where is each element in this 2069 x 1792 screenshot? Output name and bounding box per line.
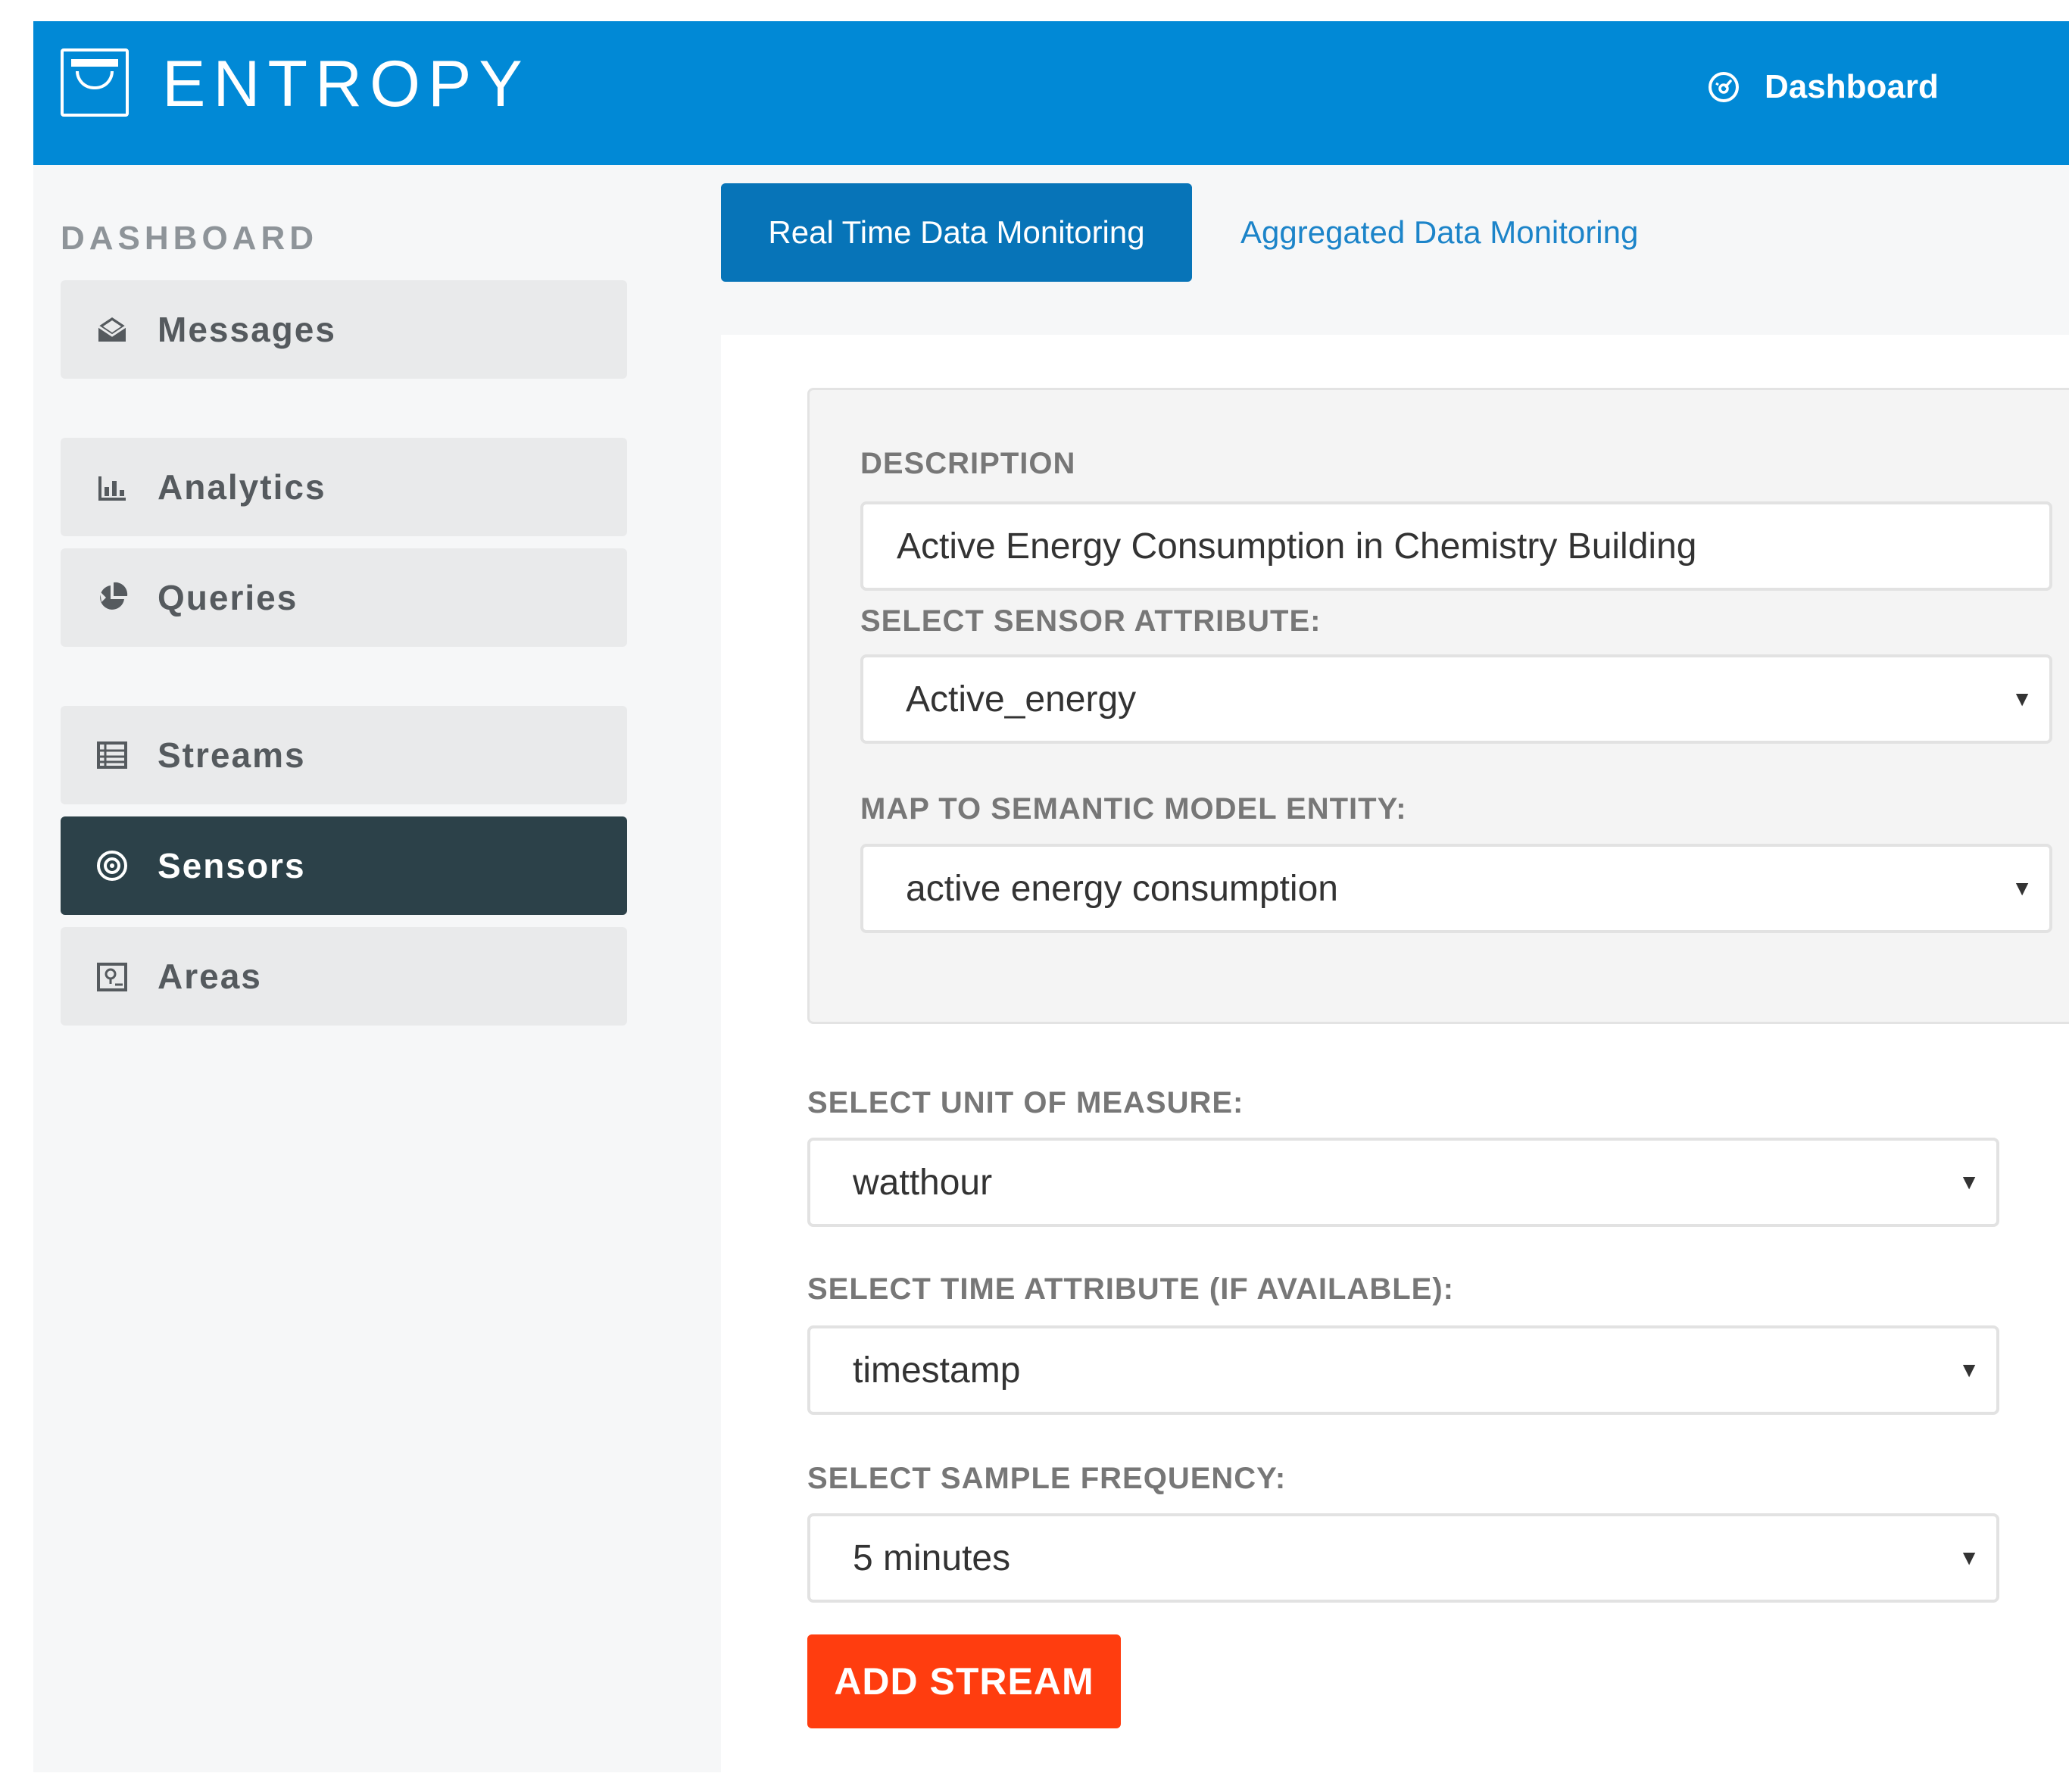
target-icon	[97, 851, 127, 881]
pie-chart-icon	[100, 582, 128, 610]
map-pin-icon	[97, 963, 127, 991]
semantic-entity-label: MAP TO SEMANTIC MODEL ENTITY:	[860, 792, 1407, 826]
frequency-value: 5 minutes	[853, 1538, 1011, 1578]
sidebar-item-areas[interactable]: Areas	[61, 927, 627, 1026]
sidebar-item-label: Sensors	[158, 846, 306, 885]
frequency-select[interactable]: 5 minutes ▼	[807, 1513, 1999, 1603]
dashboard-icon	[1709, 72, 1739, 102]
sidebar-item-label: Areas	[158, 957, 262, 996]
sidebar-item-streams[interactable]: Streams	[61, 706, 627, 804]
entropy-logo-icon[interactable]	[61, 48, 129, 117]
list-table-icon	[97, 741, 127, 769]
sensor-attribute-label: SELECT SENSOR ATTRIBUTE:	[860, 604, 1322, 638]
description-input[interactable]: Active Energy Consumption in Chemistry B…	[860, 501, 2052, 591]
sensor-attribute-select[interactable]: Active_energy ▼	[860, 654, 2052, 744]
time-attribute-label: SELECT TIME ATTRIBUTE (IF AVAILABLE):	[807, 1272, 1454, 1306]
semantic-entity-value: active energy consumption	[906, 868, 1338, 909]
tab-aggregated-data-monitoring[interactable]: Aggregated Data Monitoring	[1240, 183, 1638, 282]
sidebar-title: DASHBOARD	[61, 220, 318, 257]
time-attribute-select[interactable]: timestamp ▼	[807, 1325, 1999, 1415]
description-label: DESCRIPTION	[860, 447, 1076, 480]
bar-chart-icon	[98, 476, 126, 501]
app-window: ENTROPY Dashboard DASHBOARD Messages Ana…	[33, 21, 2069, 1772]
envelope-open-icon	[98, 317, 126, 342]
sidebar-item-queries[interactable]: Queries	[61, 548, 627, 647]
tab-real-time-data-monitoring[interactable]: Real Time Data Monitoring	[721, 183, 1192, 282]
app-logo-text[interactable]: ENTROPY	[162, 48, 530, 120]
frequency-label: SELECT SAMPLE FREQUENCY:	[807, 1462, 1287, 1495]
sidebar-item-label: Streams	[158, 735, 306, 775]
chevron-down-icon: ▼	[1958, 1546, 1980, 1569]
chevron-down-icon: ▼	[2011, 687, 2033, 710]
sidebar-item-messages[interactable]: Messages	[61, 280, 627, 379]
chevron-down-icon: ▼	[1958, 1170, 1980, 1194]
unit-label: SELECT UNIT OF MEASURE:	[807, 1086, 1244, 1119]
unit-select[interactable]: watthour ▼	[807, 1138, 1999, 1227]
add-stream-button[interactable]: ADD STREAM	[807, 1634, 1121, 1728]
dashboard-link[interactable]: Dashboard	[1707, 61, 1939, 114]
sidebar-item-label: Queries	[158, 578, 298, 617]
time-attribute-value: timestamp	[853, 1350, 1021, 1391]
top-header: ENTROPY Dashboard	[33, 21, 2069, 165]
dashboard-link-label: Dashboard	[1765, 68, 1939, 105]
sensor-attribute-value: Active_energy	[906, 679, 1137, 720]
chevron-down-icon: ▼	[2011, 876, 2033, 900]
sidebar-item-label: Messages	[158, 310, 336, 349]
chevron-down-icon: ▼	[1958, 1358, 1980, 1381]
sidebar-item-label: Analytics	[158, 467, 326, 507]
unit-value: watthour	[853, 1162, 993, 1203]
sidebar-item-sensors[interactable]: Sensors	[61, 816, 627, 915]
sidebar-item-analytics[interactable]: Analytics	[61, 438, 627, 536]
semantic-entity-select[interactable]: active energy consumption ▼	[860, 844, 2052, 933]
